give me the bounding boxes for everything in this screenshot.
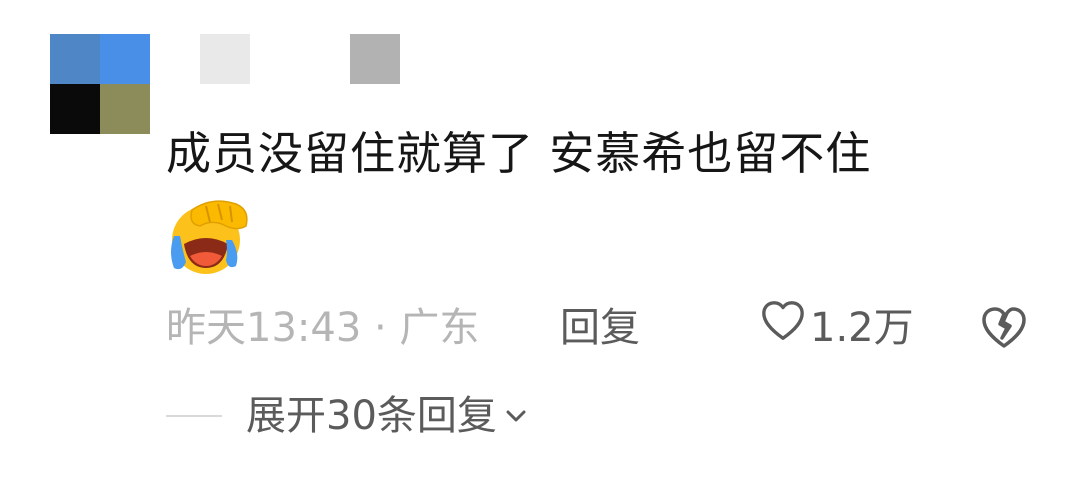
facepalm-crying-emoji-icon (166, 196, 252, 276)
comment-meta-row: 昨天13:43 · 广东 回复 1.2万 (166, 300, 1036, 356)
username-pixel (350, 34, 400, 84)
chevron-down-icon (503, 388, 529, 444)
broken-heart-icon (980, 307, 1028, 362)
time-location: 昨天13:43 · 广东 (166, 305, 480, 351)
expand-replies-row: 展开30条回复 (166, 388, 529, 444)
avatar-pixel (100, 34, 150, 84)
avatar-pixel (100, 84, 150, 134)
comment-text: 成员没留住就算了 安慕希也留不住 (166, 127, 872, 180)
expand-replies-button[interactable]: 展开30条回复 (246, 388, 529, 444)
avatar[interactable] (50, 34, 150, 134)
avatar-pixel (50, 34, 100, 84)
reply-button[interactable]: 回复 (560, 300, 640, 356)
like-button[interactable]: 1.2万 (760, 300, 914, 356)
avatar-pixel (50, 84, 100, 134)
like-count: 1.2万 (810, 305, 914, 351)
heart-icon (760, 298, 806, 359)
username-pixel (200, 34, 250, 84)
expand-replies-label: 展开30条回复 (246, 393, 497, 439)
username-redacted[interactable] (200, 34, 400, 84)
comment-item: 成员没留住就算了 安慕希也留不住 昨天13:43 · 广东 回复 1.2万 展开… (0, 0, 1080, 484)
divider (166, 415, 222, 417)
dislike-button[interactable] (980, 304, 1028, 352)
